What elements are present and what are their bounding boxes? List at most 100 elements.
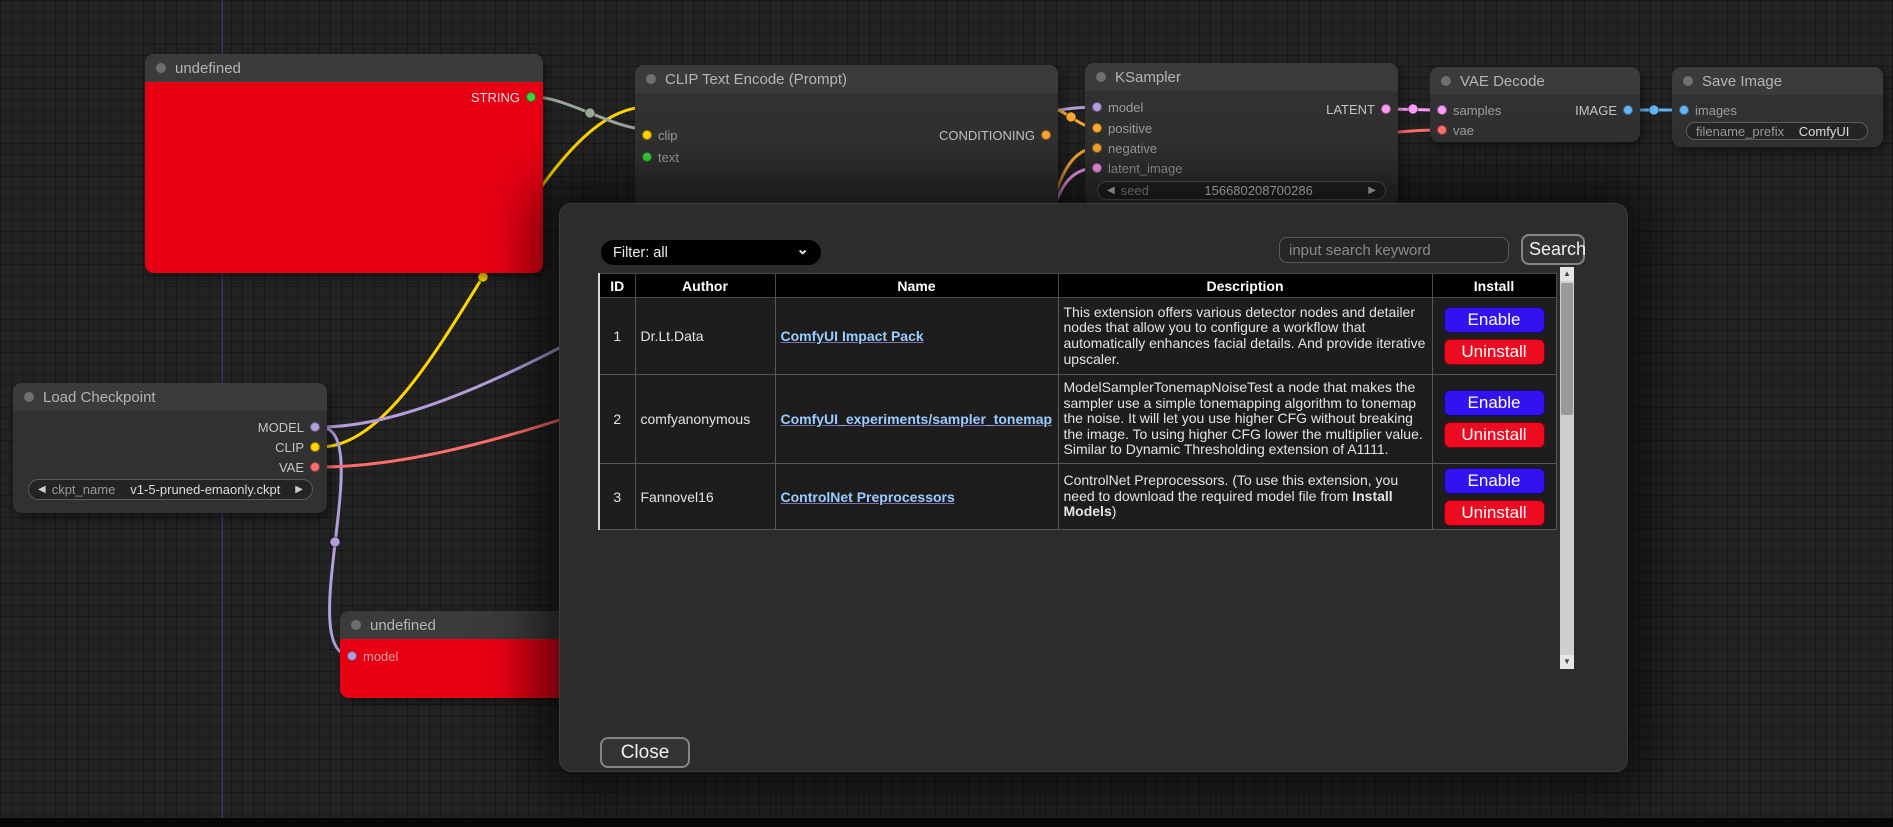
node-collapse-dot[interactable] [1683,76,1693,86]
input-slot-negative[interactable]: negative [1092,140,1157,156]
node-collapse-dot[interactable] [1441,76,1451,86]
enable-button[interactable]: Enable [1444,307,1545,333]
slot-label: images [1695,103,1737,118]
node-title: Save Image [1702,73,1782,90]
slot-label: model [1108,100,1143,115]
output-slot-latent[interactable]: LATENT [1326,101,1391,117]
output-slot-vae[interactable]: VAE [279,459,320,475]
widget-increment-arrow[interactable]: ▶ [1368,186,1376,196]
scrollbar-thumb[interactable] [1561,283,1573,415]
model-slot-dot-icon[interactable] [347,651,357,661]
model-slot-dot-icon[interactable] [1092,102,1102,112]
latent-slot-dot-icon[interactable] [1092,163,1102,173]
output-slot-model[interactable]: MODEL [258,419,320,435]
slot-label: vae [1453,123,1474,138]
node-title: Load Checkpoint [43,389,156,406]
input-slot-clip[interactable]: clip [642,127,678,143]
link-dot-clip [478,272,488,282]
clip-out-slot-dot-icon[interactable] [310,442,320,452]
close-button[interactable]: Close [600,737,690,768]
widget-increment-arrow[interactable]: ▶ [295,485,303,495]
samples-slot-dot-icon[interactable] [1437,105,1447,115]
widget-value: v1-5-pruned-emaonly.ckpt [121,482,289,497]
input-slot-positive[interactable]: positive [1092,120,1152,136]
extension-link[interactable]: ComfyUI Impact Pack [781,328,924,344]
widget-value: ComfyUI [1790,124,1858,139]
node-collapse-dot[interactable] [646,74,656,84]
slot-label: STRING [471,90,520,105]
node-title: CLIP Text Encode (Prompt) [665,71,847,88]
clip-slot-dot-icon[interactable] [642,130,652,140]
node-undefined-bottom[interactable]: undefined model [340,611,590,698]
node-title: KSampler [1115,69,1181,86]
node-title: undefined [175,60,241,77]
node-collapse-dot[interactable] [156,63,166,73]
widget-decrement-arrow[interactable]: ◀ [1107,186,1115,196]
extension-link[interactable]: ControlNet Preprocessors [781,489,955,505]
search-input[interactable] [1279,237,1509,263]
filter-dropdown[interactable]: Filter: all ⌄ [601,240,821,265]
input-slot-samples[interactable]: samples [1437,102,1501,118]
output-slot-image[interactable]: IMAGE [1575,102,1633,118]
table-scrollbar[interactable]: ▲ ▼ [1560,267,1574,669]
positive-slot-dot-icon[interactable] [1092,123,1102,133]
slot-label: VAE [279,460,304,475]
table-row: 3 Fannovel16 ControlNet Preprocessors Co… [599,464,1556,530]
cell-description: This extension offers various detector n… [1058,298,1432,375]
node-ksampler[interactable]: KSampler model positive negative latent_… [1085,63,1398,206]
output-slot-clip[interactable]: CLIP [275,439,320,455]
filename-prefix-widget[interactable]: filename_prefix ComfyUI [1686,122,1868,140]
custom-nodes-manager-dialog: Filter: all ⌄ Search ID Author Name Desc… [559,203,1628,772]
node-collapse-dot[interactable] [1096,72,1106,82]
negative-slot-dot-icon[interactable] [1092,143,1102,153]
node-save-image[interactable]: Save Image images filename_prefix ComfyU… [1672,67,1883,147]
widget-value: 156680208700286 [1155,183,1362,198]
input-slot-vae[interactable]: vae [1437,122,1474,138]
node-collapse-dot[interactable] [24,392,34,402]
image-slot-dot-icon[interactable] [1623,105,1633,115]
scrollbar-down-arrow-icon[interactable]: ▼ [1560,655,1574,669]
node-collapse-dot[interactable] [351,620,361,630]
node-vae-decode[interactable]: VAE Decode samples vae IMAGE [1430,67,1640,142]
images-slot-dot-icon[interactable] [1679,105,1689,115]
cell-author: comfyanonymous [635,375,775,464]
string-slot-dot-icon[interactable] [526,92,536,102]
uninstall-button[interactable]: Uninstall [1444,500,1545,526]
node-undefined-top[interactable]: undefined STRING [145,54,543,273]
extension-link[interactable]: ComfyUI_experiments/sampler_tonemap [781,411,1053,427]
widget-label: ckpt_name [52,482,116,497]
slot-label: LATENT [1326,102,1375,117]
scrollbar-up-arrow-icon[interactable]: ▲ [1560,267,1574,281]
input-slot-images[interactable]: images [1679,102,1737,118]
text-slot-dot-icon[interactable] [642,152,652,162]
uninstall-button[interactable]: Uninstall [1444,339,1545,365]
output-slot-conditioning[interactable]: CONDITIONING [939,127,1051,143]
widget-label: filename_prefix [1696,124,1784,139]
model-out-slot-dot-icon[interactable] [310,422,320,432]
enable-button[interactable]: Enable [1444,468,1545,494]
input-slot-model[interactable]: model [1092,99,1143,115]
node-load-checkpoint[interactable]: Load Checkpoint MODEL CLIP VAE ◀ ckpt_na… [13,383,327,513]
input-slot-latent-image[interactable]: latent_image [1092,160,1182,176]
output-slot-string[interactable]: STRING [471,89,536,105]
table-row: 1 Dr.Lt.Data ComfyUI Impact Pack This ex… [599,298,1556,375]
input-slot-text[interactable]: text [642,149,679,165]
extension-table-area: ID Author Name Description Install 1 Dr.… [598,267,1574,669]
slot-label: CLIP [275,440,304,455]
slot-label: MODEL [258,420,304,435]
enable-button[interactable]: Enable [1444,390,1545,416]
slot-label: samples [1453,103,1501,118]
conditioning-slot-dot-icon[interactable] [1041,130,1051,140]
header-id: ID [599,274,635,298]
slot-label: positive [1108,121,1152,136]
search-button[interactable]: Search [1521,234,1585,265]
latent-out-slot-dot-icon[interactable] [1381,104,1391,114]
vae-slot-dot-icon[interactable] [1437,125,1447,135]
vae-out-slot-dot-icon[interactable] [310,462,320,472]
header-name: Name [775,274,1058,298]
uninstall-button[interactable]: Uninstall [1444,422,1545,448]
widget-decrement-arrow[interactable]: ◀ [38,485,46,495]
ckpt-name-widget[interactable]: ◀ ckpt_name v1-5-pruned-emaonly.ckpt ▶ [28,479,313,500]
input-slot-model[interactable]: model [347,648,398,664]
seed-widget[interactable]: ◀ seed 156680208700286 ▶ [1097,181,1386,200]
